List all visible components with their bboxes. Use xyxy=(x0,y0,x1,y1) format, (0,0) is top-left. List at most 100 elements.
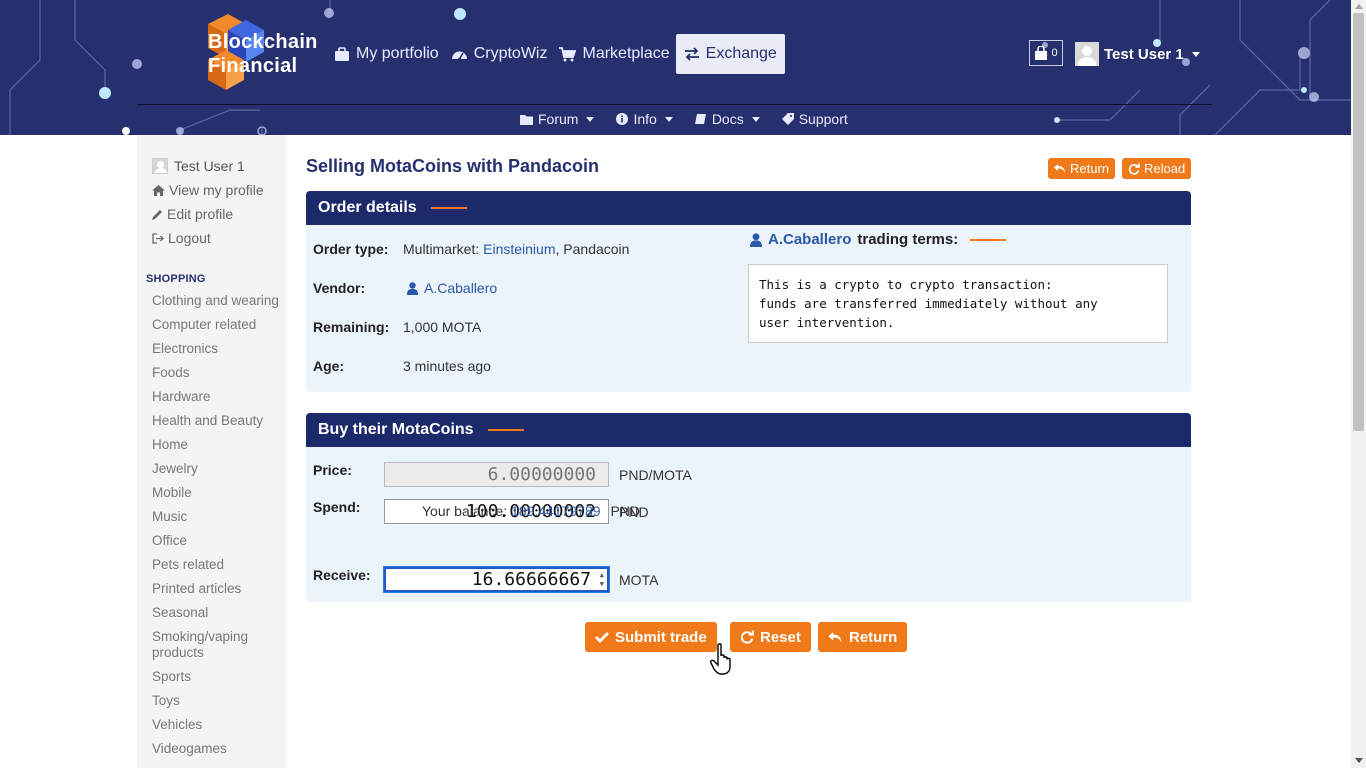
return-button-top[interactable]: Return xyxy=(1048,158,1116,179)
spin-down-icon[interactable]: ▼ xyxy=(595,580,604,588)
nav-marketplace[interactable]: Marketplace xyxy=(553,34,675,74)
terms-user-link[interactable]: A.Caballero xyxy=(768,231,851,248)
reload-button[interactable]: Reload xyxy=(1122,158,1192,179)
sidebar-user: Test User 1 xyxy=(152,158,245,174)
edit-profile-link[interactable]: Edit profile xyxy=(152,206,233,222)
remaining-value: 1,000 MOTA xyxy=(403,319,482,335)
trading-terms-heading: A.Caballero trading terms: xyxy=(750,231,1007,248)
nav-cryptowiz[interactable]: CryptoWiz xyxy=(445,34,554,74)
user-name: Test User 1 xyxy=(1104,45,1184,63)
receive-input[interactable]: 16.66666667 ▲ ▼ xyxy=(383,566,610,593)
sidebar-user-name: Test User 1 xyxy=(174,158,245,174)
info-icon xyxy=(616,113,629,125)
trading-terms-text: This is a crypto to crypto transaction: … xyxy=(748,264,1168,343)
einsteinium-link[interactable]: Einsteinium xyxy=(483,241,555,257)
nav-exchange[interactable]: Exchange xyxy=(675,34,785,74)
cart-button[interactable]: 0 xyxy=(1029,40,1063,66)
order-type-prefix: Multimarket: xyxy=(403,241,480,257)
cart-icon xyxy=(559,46,577,61)
category-item[interactable]: Pets related xyxy=(152,553,282,577)
category-item[interactable]: Sports xyxy=(152,665,282,689)
nav-label: Marketplace xyxy=(582,45,670,62)
vendor-link[interactable]: A.Caballero xyxy=(424,280,497,296)
category-item[interactable]: Jewelry xyxy=(152,457,282,481)
nav-label: Exchange xyxy=(705,45,777,62)
scrollbar-thumb[interactable] xyxy=(1353,13,1364,431)
exchange-icon xyxy=(684,47,699,61)
category-item[interactable]: Health and Beauty xyxy=(152,409,282,433)
nav-forum[interactable]: Forum xyxy=(520,111,595,127)
tag-icon xyxy=(781,113,794,125)
category-item[interactable]: Toys xyxy=(152,689,282,713)
submit-label: Submit trade xyxy=(615,628,707,646)
category-item[interactable]: Electronics xyxy=(152,337,282,361)
nav-label: Docs xyxy=(711,111,744,127)
submit-trade-button[interactable]: Submit trade xyxy=(585,622,717,652)
nav-label: Forum xyxy=(538,111,579,127)
link-label: Logout xyxy=(168,230,211,246)
caret-down-icon xyxy=(586,116,595,122)
category-item[interactable]: Computer related xyxy=(152,313,282,337)
caret-down-icon xyxy=(751,116,760,122)
heading-accent-dash xyxy=(487,429,524,431)
return-button[interactable]: Return xyxy=(818,622,908,652)
price-unit: PND/MOTA xyxy=(619,467,692,483)
reset-button[interactable]: Reset xyxy=(730,622,811,652)
category-item[interactable]: Foods xyxy=(152,361,282,385)
category-item[interactable]: Seasonal xyxy=(152,601,282,625)
nav-support[interactable]: Support xyxy=(781,111,848,127)
remaining-label: Remaining: xyxy=(313,319,390,335)
user-menu[interactable]: Test User 1 xyxy=(1075,42,1200,66)
order-type-value: Multimarket: Einsteinium, Pandacoin xyxy=(403,241,629,257)
heading-accent-dash xyxy=(970,238,1007,241)
vendor-label: Vendor: xyxy=(313,280,366,296)
category-item[interactable]: Vehicles xyxy=(152,713,282,737)
logout-link[interactable]: Logout xyxy=(152,230,211,246)
folder-icon xyxy=(520,114,533,125)
category-item[interactable]: Printed articles xyxy=(152,577,282,601)
balance-link[interactable]: 189.44179789 xyxy=(511,503,601,519)
nav-label: My portfolio xyxy=(356,45,439,62)
category-item[interactable]: Clothing and wearing xyxy=(152,289,282,313)
category-item[interactable]: Mobile xyxy=(152,481,282,505)
category-item[interactable]: Music xyxy=(152,505,282,529)
scroll-down-icon[interactable] xyxy=(1355,758,1363,763)
secondary-nav: Forum Info Docs Support xyxy=(520,108,848,130)
home-icon xyxy=(152,184,165,196)
user-icon xyxy=(407,281,418,295)
category-item[interactable]: Hardware xyxy=(152,385,282,409)
check-icon xyxy=(595,632,609,643)
brand-name[interactable]: Blockchain Financial xyxy=(208,30,318,78)
nav-info[interactable]: Info xyxy=(616,111,673,127)
category-item[interactable]: Smoking/vaping products xyxy=(152,625,282,665)
order-details-heading: Order details xyxy=(318,199,417,216)
nav-docs[interactable]: Docs xyxy=(694,111,760,127)
nav-label: Info xyxy=(633,111,657,127)
scroll-up-icon[interactable] xyxy=(1355,4,1363,9)
spend-label: Spend: xyxy=(313,499,361,515)
caret-down-icon xyxy=(1191,51,1200,57)
age-value: 3 minutes ago xyxy=(403,358,491,374)
buy-header: Buy their MotaCoins xyxy=(306,413,1191,447)
site-header: Blockchain Financial My portfolio Crypto… xyxy=(0,0,1351,135)
order-type-suffix: , Pandacoin xyxy=(555,241,630,257)
category-item[interactable]: Home xyxy=(152,433,282,457)
balance-unit: PND xyxy=(610,503,640,519)
undo-arrow-icon xyxy=(828,631,842,643)
price-label: Price: xyxy=(313,462,352,478)
price-input: 6.00000000 xyxy=(384,462,609,487)
avatar xyxy=(152,158,168,174)
cart-count: 0 xyxy=(1051,47,1058,59)
vendor-value: A.Caballero xyxy=(403,280,497,296)
refresh-icon xyxy=(1128,163,1140,175)
header-divider xyxy=(137,104,1212,105)
receive-unit: MOTA xyxy=(619,572,659,588)
category-item[interactable]: Videogames xyxy=(152,737,282,761)
number-spinner[interactable]: ▲ ▼ xyxy=(595,571,604,588)
spin-up-icon[interactable]: ▲ xyxy=(595,571,604,579)
age-label: Age: xyxy=(313,358,345,374)
terms-suffix: trading terms: xyxy=(857,231,959,248)
nav-my-portfolio[interactable]: My portfolio xyxy=(328,34,445,74)
view-profile-link[interactable]: View my profile xyxy=(152,182,264,198)
category-item[interactable]: Office xyxy=(152,529,282,553)
